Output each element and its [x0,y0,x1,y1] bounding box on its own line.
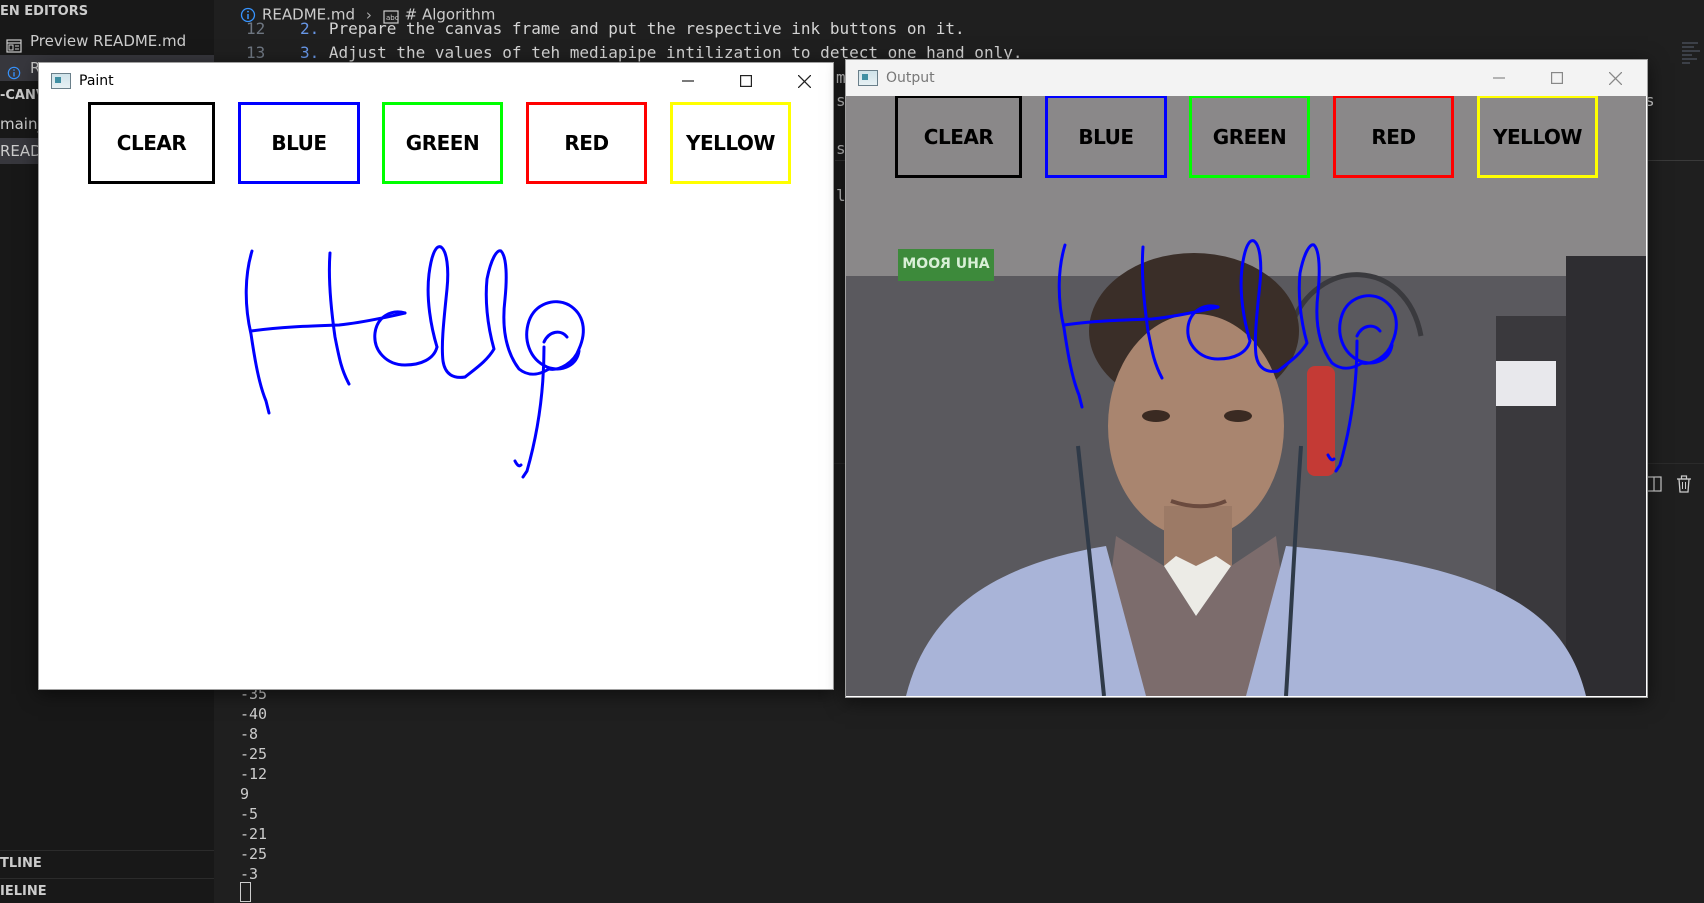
minimize-icon [682,80,694,82]
trash-icon[interactable] [1676,475,1692,497]
output-window[interactable]: Output AHU ROOM CLEAR BLUE GREEN RED YEL… [845,59,1648,698]
sidebar-divider [0,850,214,851]
minimize-icon [1493,77,1505,79]
list-bullet: 3. [300,43,320,62]
output-titlebar[interactable]: Output [846,60,1647,96]
terminal-line: -8 [240,725,259,743]
minimap[interactable] [1680,40,1702,70]
close-button[interactable] [1586,60,1644,96]
close-icon [797,74,811,88]
webcam-feed[interactable]: AHU ROOM CLEAR BLUE GREEN RED YELLOW [846,96,1647,697]
app-icon [858,70,878,86]
maximize-icon [740,75,752,87]
terminal-line: -25 [240,845,268,863]
outline-section[interactable]: TLINE [0,856,42,871]
line-number: 12 [246,19,266,38]
paint-titlebar[interactable]: Paint [39,63,833,99]
open-editor-label: Preview README.md [30,32,187,50]
terminal-line: -5 [240,805,259,823]
terminal-line: -25 [240,745,268,763]
terminal-cursor [240,882,251,902]
window-title: Paint [79,73,114,89]
timeline-section[interactable]: IELINE [0,884,47,899]
code-line: 2. Prepare the canvas frame and put the … [300,19,965,38]
close-icon [1608,71,1622,85]
terminal-line: -12 [240,765,268,783]
maximize-icon [1551,72,1563,84]
code-text: Prepare the canvas frame and put the res… [328,19,965,38]
open-editor-preview-readme[interactable]: Preview README.md [0,28,214,54]
minimize-button[interactable] [659,63,717,99]
sidebar-divider [0,878,214,879]
maximize-button[interactable] [1528,60,1586,96]
list-bullet: 2. [300,19,320,38]
split-terminal-icon[interactable] [1646,476,1662,496]
paint-window[interactable]: Paint CLEAR BLUE GREEN RED YELLOW [38,62,834,690]
close-button[interactable] [775,63,833,99]
minimize-button[interactable] [1470,60,1528,96]
terminal-line: -3 [240,865,259,883]
app-icon [51,73,71,89]
info-icon [6,62,22,79]
paint-canvas[interactable]: CLEAR BLUE GREEN RED YELLOW [39,99,833,689]
maximize-button[interactable] [717,63,775,99]
terminal-line: 9 [240,785,250,803]
terminal-line: -40 [240,705,268,723]
window-title: Output [886,70,935,86]
line-number: 13 [246,43,266,62]
open-editors-heading[interactable]: EN EDITORS [0,4,88,19]
preview-icon [6,35,22,53]
terminal-line: -21 [240,825,268,843]
